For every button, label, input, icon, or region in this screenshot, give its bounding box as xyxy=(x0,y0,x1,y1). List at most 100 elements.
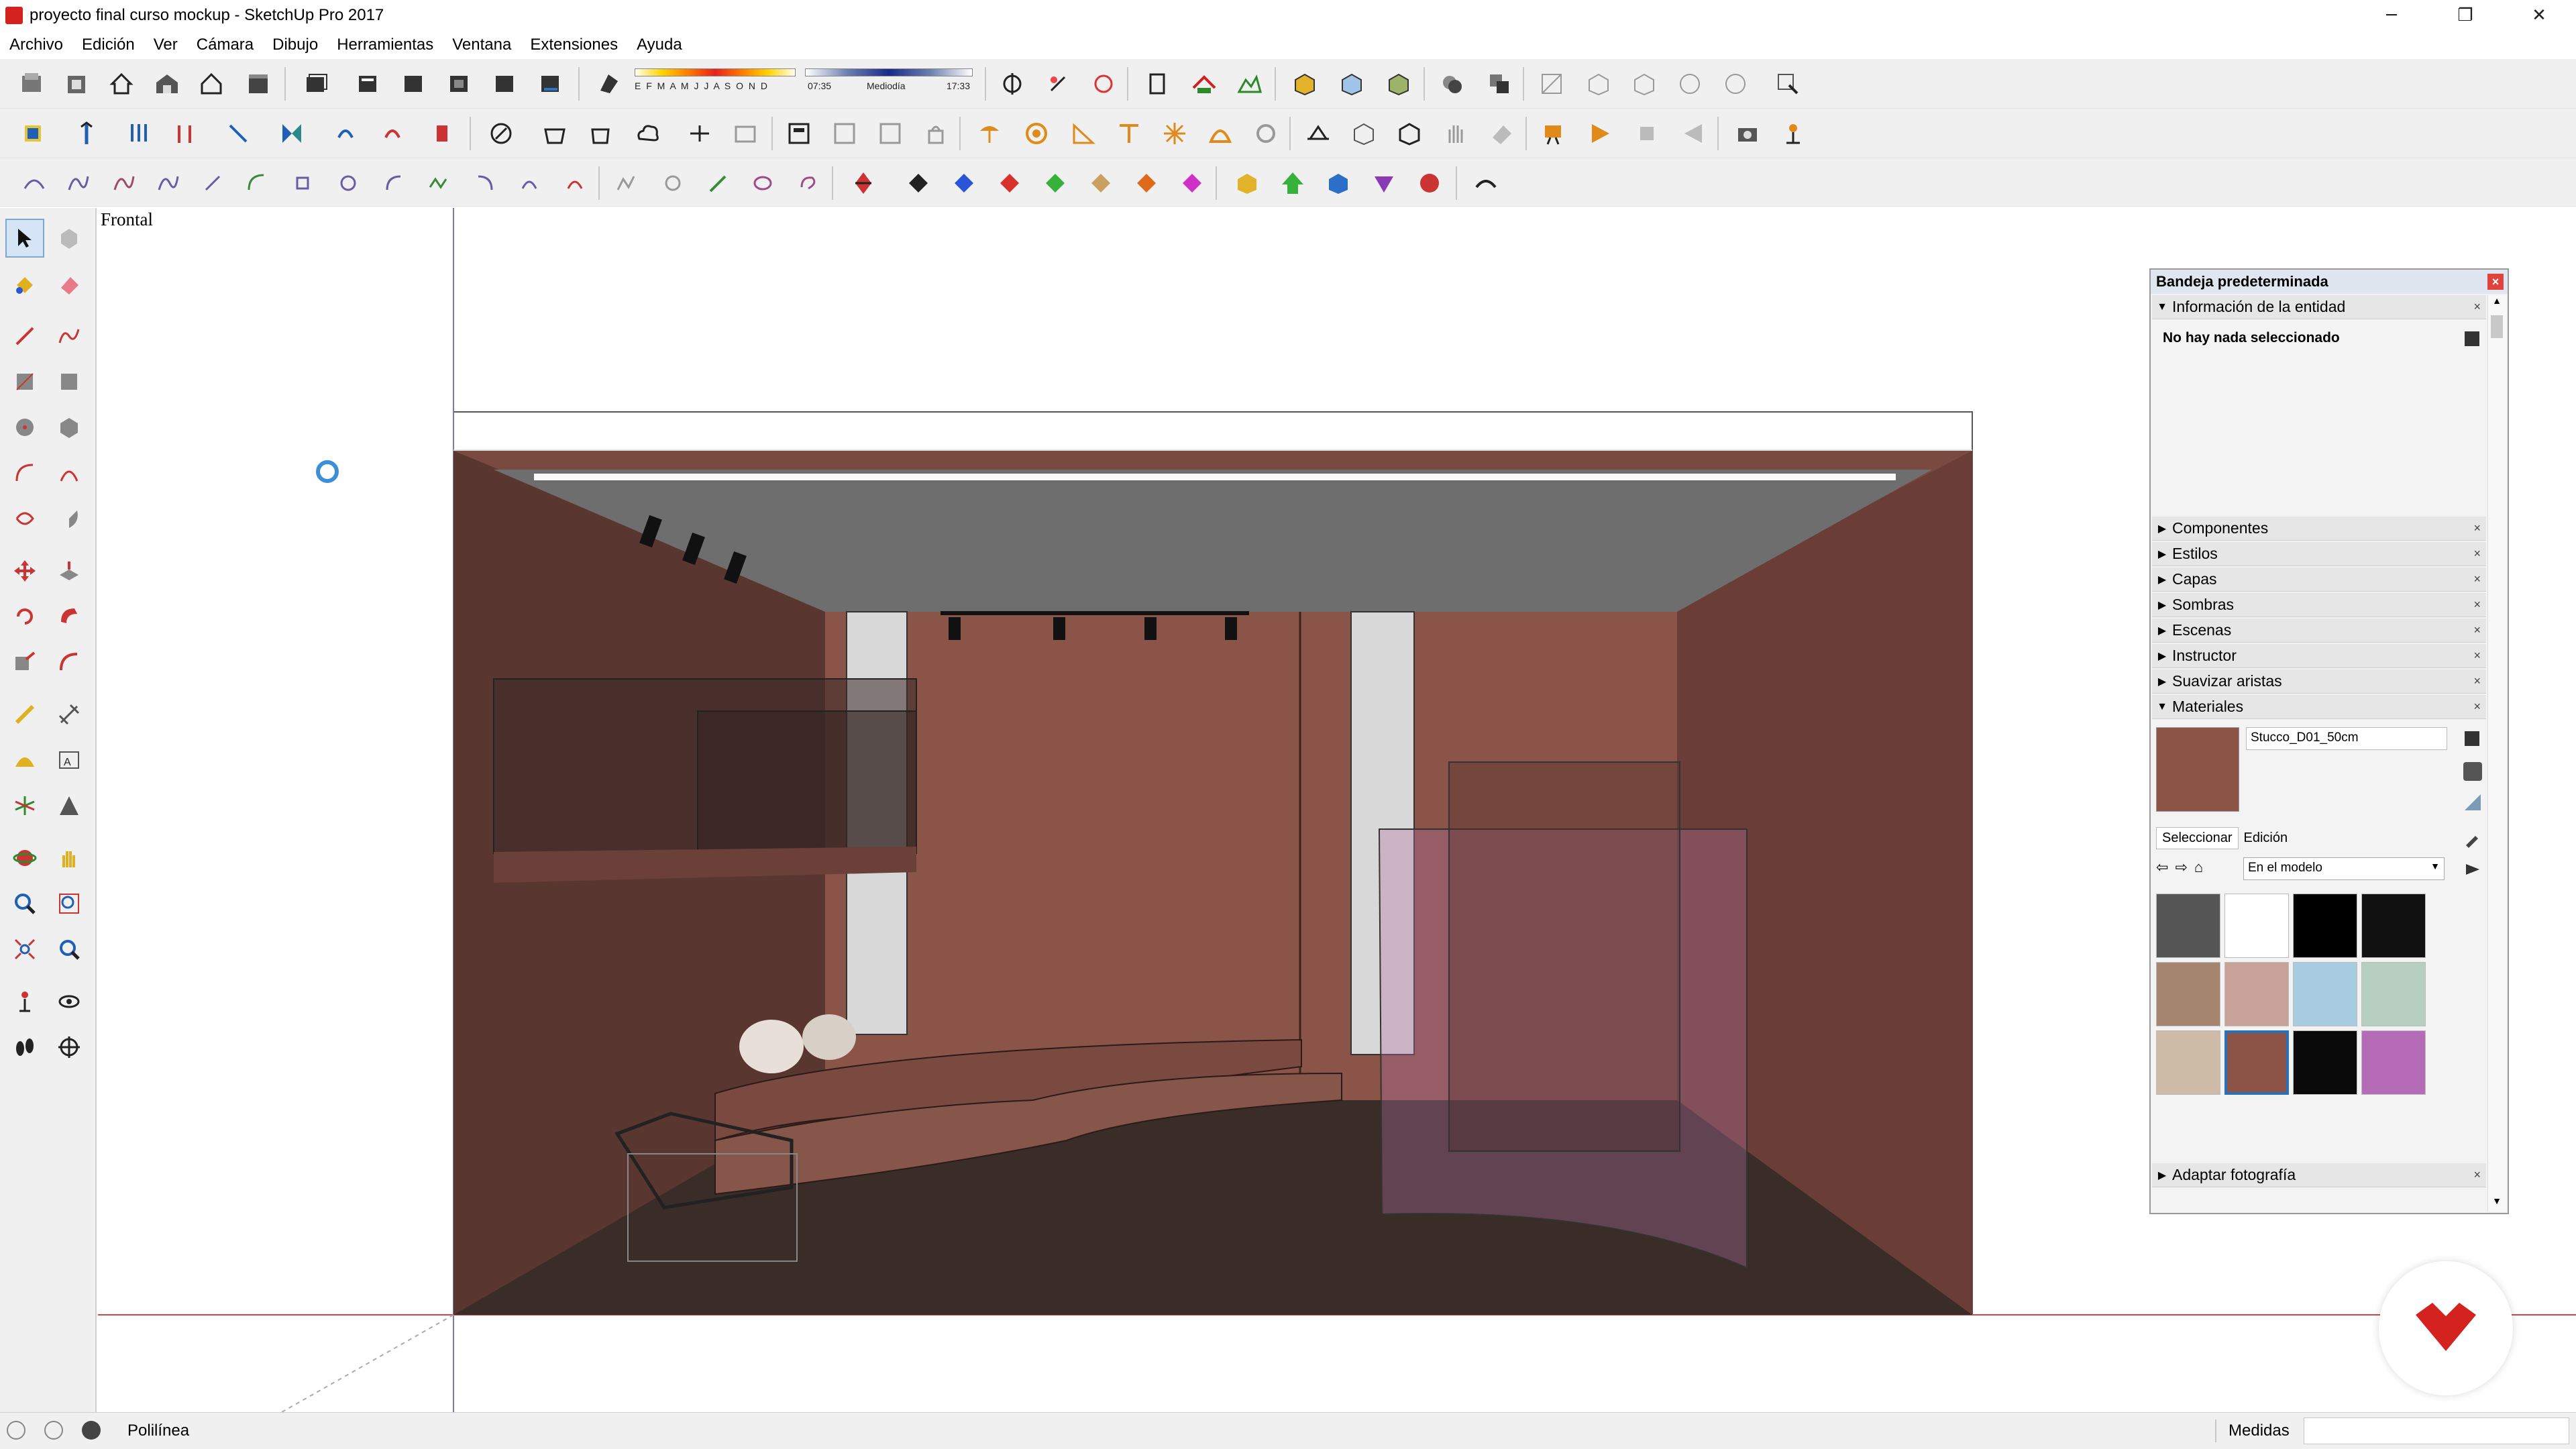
section-estilos[interactable]: ▶ Estilos × xyxy=(2152,542,2486,566)
paint-bucket-icon[interactable] xyxy=(5,264,44,303)
umbrella-icon[interactable] xyxy=(973,117,1006,150)
stack-2-icon[interactable] xyxy=(397,67,431,101)
three-point-arc-icon[interactable] xyxy=(5,499,44,538)
entity-info-pin-icon[interactable] xyxy=(2465,331,2479,346)
stop-icon[interactable] xyxy=(1630,117,1664,150)
menu-extensiones[interactable]: Extensiones xyxy=(521,36,627,54)
push-orange-2-icon[interactable] xyxy=(1130,166,1163,200)
tape-measure-icon[interactable] xyxy=(5,695,44,734)
rotate-tool-icon[interactable] xyxy=(5,597,44,636)
tray-close-button[interactable]: × xyxy=(2487,274,2504,290)
polygon-tool-icon[interactable] xyxy=(50,408,89,447)
scroll-up-icon[interactable]: ▲ xyxy=(2491,295,2503,311)
material-name-field[interactable]: Stucco_D01_50cm xyxy=(2246,727,2447,750)
camera-icon[interactable] xyxy=(1731,117,1764,150)
front-view-icon[interactable] xyxy=(241,67,275,101)
offset-tool-icon[interactable] xyxy=(50,643,89,682)
push-magenta-icon[interactable] xyxy=(1175,166,1209,200)
section-materiales[interactable]: ▼ Materiales × xyxy=(2152,695,2486,719)
redo-arc-icon[interactable] xyxy=(376,117,409,150)
menu-ver[interactable]: Ver xyxy=(144,36,187,54)
arc-a-icon[interactable] xyxy=(377,166,411,200)
model-info-icon[interactable] xyxy=(15,67,48,101)
section-suavizar-aristas[interactable]: ▶ Suavizar aristas × xyxy=(2152,669,2486,694)
material-swatch[interactable] xyxy=(2224,894,2289,958)
arch-icon[interactable] xyxy=(1469,166,1503,200)
arc-d-icon[interactable] xyxy=(558,166,592,200)
bridge-icon[interactable] xyxy=(1301,117,1335,150)
credits-icon[interactable] xyxy=(44,1421,63,1440)
select-tool-icon[interactable] xyxy=(5,219,44,258)
look-around-icon[interactable] xyxy=(50,982,89,1021)
menu-dibujo[interactable]: Dibujo xyxy=(263,36,327,54)
box-blue-icon[interactable] xyxy=(1335,67,1368,101)
section-fill-icon[interactable] xyxy=(1087,67,1120,101)
spiral-icon[interactable] xyxy=(331,166,365,200)
shadow-month-slider[interactable]: E F M A M J J A S O N D xyxy=(635,68,796,99)
make-component-icon[interactable] xyxy=(50,219,89,258)
material-swatch[interactable] xyxy=(2156,894,2220,958)
tab-edicion[interactable]: Edición xyxy=(2239,828,2294,849)
shape-blue-icon[interactable] xyxy=(1322,166,1355,200)
material-swatch[interactable] xyxy=(2156,962,2220,1026)
extension-warehouse-icon[interactable] xyxy=(1771,67,1805,101)
scroll-down-icon[interactable]: ▼ xyxy=(2491,1195,2503,1212)
curve-5-icon[interactable] xyxy=(196,166,229,200)
component-icon[interactable] xyxy=(299,67,333,101)
play-icon[interactable] xyxy=(1583,117,1617,150)
eraser-icon[interactable] xyxy=(50,264,89,303)
cube-dark-icon[interactable] xyxy=(1393,117,1426,150)
wand-icon[interactable] xyxy=(702,166,735,200)
shadow-time-slider[interactable]: 07:35 Mediodía 17:33 xyxy=(805,68,973,99)
shape-yellow-icon[interactable] xyxy=(1230,166,1264,200)
curve-1-icon[interactable] xyxy=(17,166,51,200)
frame-lock-icon[interactable] xyxy=(919,117,953,150)
cube-outline-icon[interactable] xyxy=(1347,117,1381,150)
menu-archivo[interactable]: Archivo xyxy=(0,36,72,54)
section-sombras[interactable]: ▶ Sombras × xyxy=(2152,593,2486,617)
section-escenas[interactable]: ▶ Escenas × xyxy=(2152,619,2486,643)
shape-purple-icon[interactable] xyxy=(1367,166,1401,200)
frame-3-icon[interactable] xyxy=(873,117,907,150)
top-view-icon[interactable] xyxy=(1627,67,1661,101)
curve-3-icon[interactable] xyxy=(107,166,141,200)
push-green-icon[interactable] xyxy=(1038,166,1072,200)
material-swatch[interactable] xyxy=(2361,894,2426,958)
sun-burst-icon[interactable] xyxy=(1158,117,1191,150)
create-material-icon[interactable] xyxy=(2463,762,2482,781)
menu-ventana[interactable]: Ventana xyxy=(443,36,521,54)
box-green-icon[interactable] xyxy=(1382,67,1415,101)
section-plane-icon[interactable] xyxy=(996,67,1029,101)
arc-tool-icon[interactable] xyxy=(5,453,44,492)
curve-6-icon[interactable] xyxy=(240,166,274,200)
push-orange-icon[interactable] xyxy=(1084,166,1118,200)
zoom-extents-view-icon[interactable] xyxy=(1535,67,1568,101)
shape-red-icon[interactable] xyxy=(1413,166,1446,200)
entity-info-close-icon[interactable]: × xyxy=(2473,300,2481,314)
menu-camara[interactable]: Cámara xyxy=(187,36,263,54)
animation-icon[interactable] xyxy=(1536,117,1570,150)
paint-bucket-red-icon[interactable] xyxy=(427,117,460,150)
close-window-button[interactable]: ✕ xyxy=(2502,0,2576,31)
lasso-icon[interactable] xyxy=(792,166,825,200)
line-tool-icon[interactable] xyxy=(5,317,44,356)
section-plane-tool-icon[interactable] xyxy=(50,1028,89,1067)
material-swatch[interactable] xyxy=(2224,962,2289,1026)
t-square-icon[interactable] xyxy=(1112,117,1146,150)
back-arrow-icon[interactable]: ⇦ xyxy=(2156,859,2168,876)
material-swatch[interactable] xyxy=(2361,1030,2426,1095)
material-swatch[interactable] xyxy=(2224,1030,2289,1095)
stack-4-icon[interactable] xyxy=(488,67,522,101)
arrows-blue-icon[interactable] xyxy=(122,117,156,150)
collection-select[interactable]: En el modelo ▼ xyxy=(2243,857,2445,880)
menu-ayuda[interactable]: Ayuda xyxy=(627,36,692,54)
arrows-red-icon[interactable] xyxy=(168,117,201,150)
brand-logo-badge[interactable] xyxy=(2379,1261,2513,1395)
push-red-2-icon[interactable] xyxy=(993,166,1026,200)
scene-tab-label[interactable]: Frontal xyxy=(101,209,153,230)
zoom-extents-icon[interactable] xyxy=(5,930,44,969)
entity-info-header[interactable]: ▼ Información de la entidad × xyxy=(2152,295,2486,319)
follow-me-tool-icon[interactable] xyxy=(50,597,89,636)
iso-view-icon[interactable] xyxy=(1582,67,1615,101)
arc-b-icon[interactable] xyxy=(468,166,502,200)
